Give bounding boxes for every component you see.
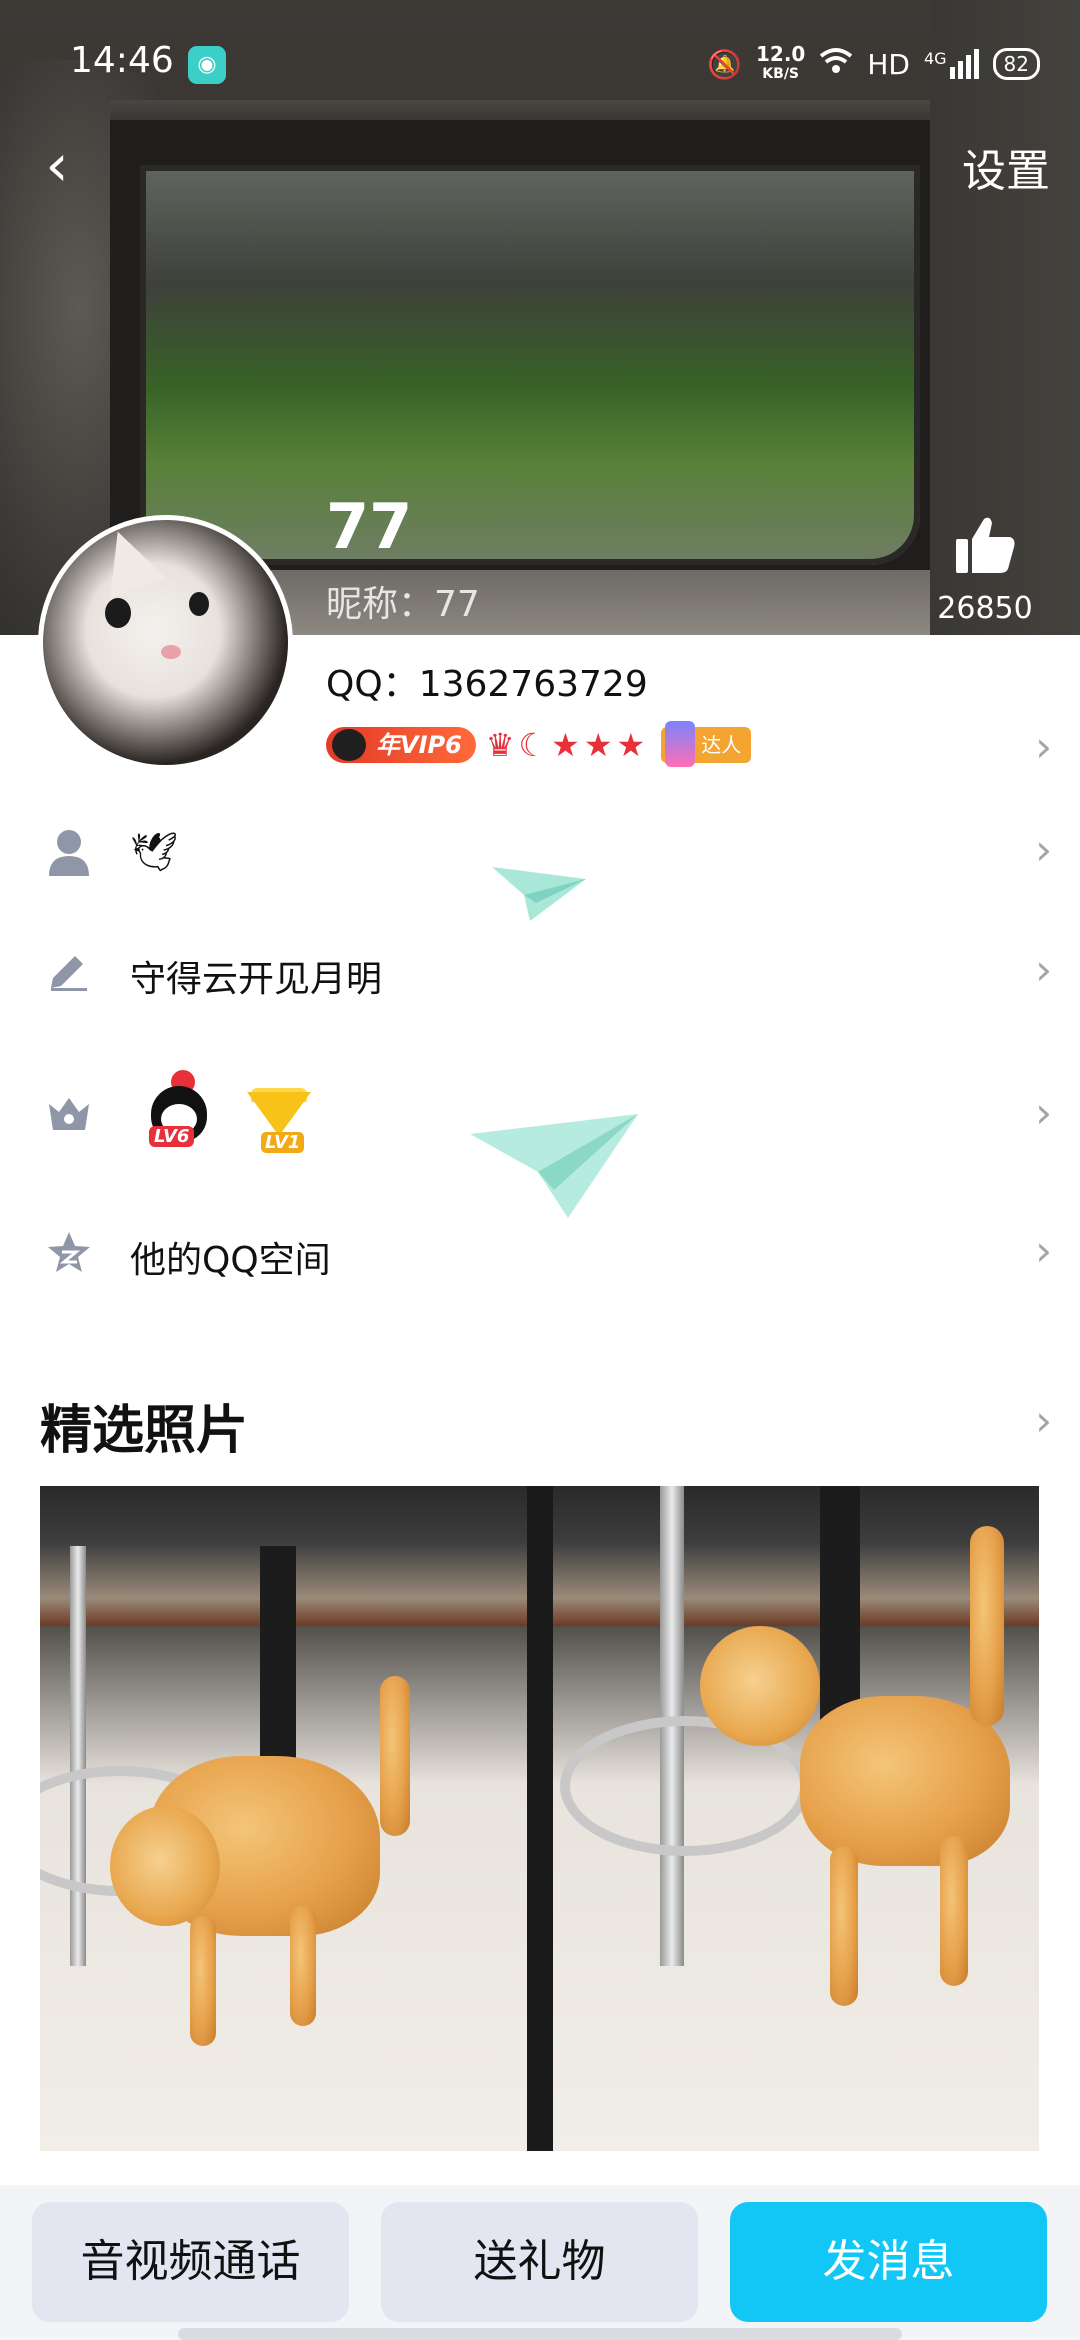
signal-icon: 4G [924, 49, 979, 79]
mute-bell-icon: 🔕 [707, 47, 742, 81]
vip-badge[interactable]: 年VIP6 [326, 727, 476, 763]
signature-emoji: 🕊 [130, 830, 179, 874]
send-gift-button[interactable]: 送礼物 [381, 2202, 698, 2322]
nickname-value: 77 [434, 584, 480, 625]
home-indicator[interactable] [178, 2328, 902, 2340]
featured-photos-title: 精选照片 [40, 1401, 249, 1461]
qq-penguin-level-icon: LV6 [143, 1065, 213, 1152]
wifi-icon [819, 47, 853, 82]
battery-indicator: 82 [992, 48, 1040, 80]
moon-level-icon: ☾ [518, 726, 548, 764]
avatar-eye [105, 598, 131, 628]
qzone-star-icon [44, 1230, 94, 1280]
person-icon [44, 828, 94, 878]
chevron-right-icon: › [1035, 1226, 1052, 1275]
back-button[interactable]: ‹ [22, 130, 92, 200]
thumbs-up-icon [910, 515, 1060, 589]
expert-badge[interactable]: 达人 [661, 721, 752, 767]
qq-number: QQ：1362763729 [326, 664, 648, 705]
chevron-right-icon: › [1035, 825, 1052, 874]
chevron-right-icon[interactable]: › [1035, 722, 1052, 771]
avatar[interactable] [38, 515, 293, 770]
star-level-icon: ★ [616, 726, 646, 764]
app-notification-icon: ◉ [188, 46, 226, 84]
avatar-nose [161, 645, 181, 659]
video-call-button[interactable]: 音视频通话 [32, 2202, 349, 2322]
status-bar: 14:46 ◉ 🔕 12.0 KB/S HD 4G 82 [0, 0, 1080, 130]
back-chevron-icon: ‹ [45, 131, 69, 199]
featured-photo[interactable] [40, 1486, 1039, 2151]
chevron-right-icon: › [1035, 945, 1052, 994]
send-message-button[interactable]: 发消息 [730, 2202, 1047, 2322]
profile-name: 77 [326, 490, 413, 563]
nickname-label: 昵称： [326, 584, 435, 625]
badge-row[interactable]: 年VIP6 ♛ ☾ ★ ★ ★ 达人 [326, 721, 752, 768]
star-level-icon: ★ [583, 726, 613, 764]
status-icons: 🔕 12.0 KB/S HD 4G 82 [707, 44, 1040, 84]
like-button[interactable]: 26850 [910, 515, 1060, 626]
pencil-icon [44, 948, 94, 998]
status-row[interactable]: 守得云开见月明 › [0, 918, 1080, 1028]
hd-indicator: HD [867, 47, 910, 81]
settings-button[interactable]: 设置 [962, 135, 1050, 199]
status-text: 守得云开见月明 [130, 959, 383, 1000]
crown-icon [44, 1092, 94, 1142]
qzone-text: 他的QQ空间 [130, 1240, 331, 1281]
paper-plane-decoration [468, 1112, 640, 1222]
level-icons: ♛ ☾ ★ ★ ★ [486, 726, 645, 764]
status-time: 14:46 [70, 40, 174, 81]
cover-window-glass [140, 165, 920, 565]
crown-level-icon: ♛ [485, 726, 515, 764]
like-count: 26850 [937, 591, 1033, 626]
avatar-eye [189, 592, 209, 616]
paper-plane-decoration [490, 865, 590, 925]
chevron-right-icon: › [1035, 1088, 1052, 1137]
profile-nickname: 昵称：77 [326, 575, 480, 627]
diamond-level-icon: LV1 [243, 1088, 315, 1158]
chevron-right-icon[interactable]: › [1035, 1396, 1052, 1445]
network-speed: 12.0 KB/S [755, 42, 806, 82]
star-level-icon: ★ [551, 726, 580, 764]
